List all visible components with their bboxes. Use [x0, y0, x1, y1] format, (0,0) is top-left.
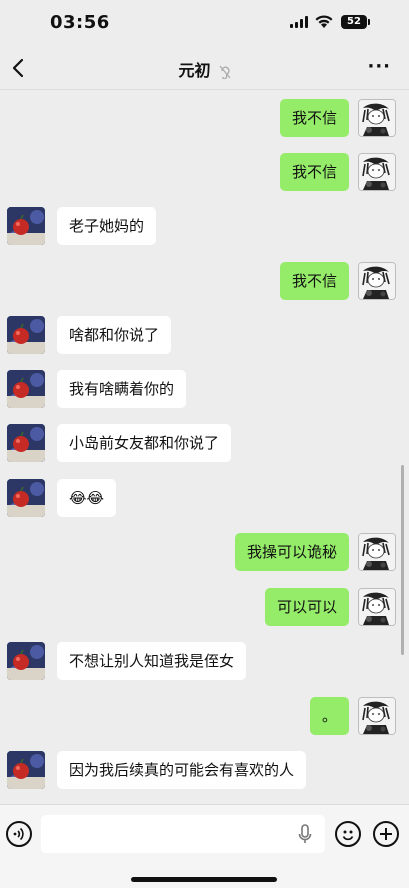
plus-button[interactable]	[373, 821, 399, 847]
my-avatar[interactable]	[358, 153, 396, 191]
my-avatar[interactable]	[358, 262, 396, 300]
input-bar	[0, 804, 409, 888]
outgoing-message-bubble[interactable]: 我不信	[279, 262, 349, 300]
outgoing-message-bubble[interactable]: 我不信	[279, 153, 349, 191]
outgoing-message-bubble[interactable]: 可以可以	[264, 588, 349, 626]
message-row: 可以可以	[0, 588, 409, 626]
emoji-icon	[342, 830, 354, 841]
my-avatar[interactable]	[358, 697, 396, 735]
message-row: 我操可以诡秘	[0, 533, 409, 571]
incoming-message-bubble[interactable]: 不想让别人知道我是侄女	[57, 642, 247, 680]
battery-indicator: 52	[341, 15, 370, 29]
wifi-icon	[315, 15, 333, 28]
message-row: 不想让别人知道我是侄女	[0, 642, 409, 680]
incoming-message-bubble[interactable]: 😂😂	[57, 479, 117, 517]
voice-icon	[13, 827, 24, 841]
contact-avatar[interactable]	[7, 751, 45, 789]
message-row: 啥都和你说了	[0, 316, 409, 354]
incoming-message-bubble[interactable]: 小岛前女友都和你说了	[57, 424, 232, 462]
message-row: 我不信	[0, 262, 409, 300]
message-row: 。	[0, 697, 409, 735]
outgoing-message-bubble[interactable]: 。	[309, 697, 349, 735]
chat-header: 元初 ···	[0, 46, 409, 90]
outgoing-message-bubble[interactable]: 我操可以诡秘	[234, 533, 349, 571]
message-input[interactable]	[41, 815, 325, 853]
contact-avatar[interactable]	[7, 316, 45, 354]
mic-icon[interactable]	[298, 824, 312, 846]
incoming-message-bubble[interactable]: 因为我后续真的可能会有喜欢的人	[57, 751, 307, 789]
message-row: 我不信	[0, 153, 409, 191]
contact-avatar[interactable]	[7, 370, 45, 408]
contact-avatar[interactable]	[7, 479, 45, 517]
contact-avatar[interactable]	[7, 207, 45, 245]
contact-avatar[interactable]	[7, 642, 45, 680]
message-row: 😂😂	[0, 479, 409, 517]
home-indicator	[131, 877, 277, 882]
my-avatar[interactable]	[358, 533, 396, 571]
message-list[interactable]: 我不信 我不信 老子她妈的 我不信 啥都和你说了 我有啥瞒着你的 小岛前女友都和…	[0, 90, 409, 804]
chat-title: 元初	[178, 61, 211, 80]
message-row: 我不信	[0, 99, 409, 137]
message-row: 老子她妈的	[0, 207, 409, 245]
contact-avatar[interactable]	[7, 424, 45, 462]
message-row: 小岛前女友都和你说了	[0, 424, 409, 462]
status-time: 03:56	[50, 12, 110, 33]
message-row: 因为我后续真的可能会有喜欢的人	[0, 751, 409, 789]
my-avatar[interactable]	[358, 99, 396, 137]
more-options-button[interactable]: ···	[367, 56, 391, 77]
ear-muted-icon	[219, 65, 231, 79]
outgoing-message-bubble[interactable]: 我不信	[279, 99, 349, 137]
plus-icon	[380, 828, 392, 840]
incoming-message-bubble[interactable]: 啥都和你说了	[57, 316, 172, 354]
my-avatar[interactable]	[358, 588, 396, 626]
signal-icon	[290, 16, 308, 28]
message-row: 我有啥瞒着你的	[0, 370, 409, 408]
emoji-button[interactable]	[335, 821, 361, 847]
incoming-message-bubble[interactable]: 我有啥瞒着你的	[57, 370, 187, 408]
incoming-message-bubble[interactable]: 老子她妈的	[57, 207, 157, 245]
voice-button[interactable]	[6, 821, 32, 847]
status-bar: 03:56 52	[0, 0, 409, 46]
scrollbar[interactable]	[401, 465, 404, 655]
